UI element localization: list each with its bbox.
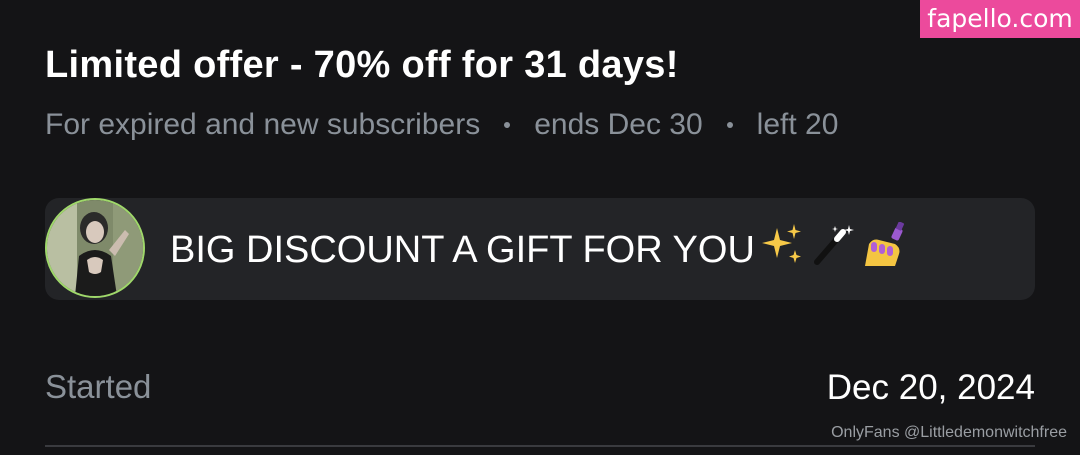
magic-wand-icon <box>809 222 855 278</box>
promo-screen: fapello.com Limited offer - 70% off for … <box>0 0 1080 455</box>
started-date: Dec 20, 2024 <box>826 368 1035 407</box>
offer-audience: For expired and new subscribers <box>45 108 481 141</box>
offer-meta: For expired and new subscribers ends Dec… <box>45 108 838 142</box>
offer-title: Limited offer - 70% off for 31 days! <box>45 44 679 86</box>
separator-dot <box>726 122 733 128</box>
site-watermark: fapello.com <box>920 0 1080 38</box>
separator-dot <box>504 122 511 128</box>
offer-message-card: BIG DISCOUNT A GIFT FOR YOU <box>45 198 1035 300</box>
divider <box>45 445 1035 447</box>
avatar[interactable] <box>45 198 145 298</box>
offer-remaining: left 20 <box>756 108 839 141</box>
offer-ends: ends Dec 30 <box>534 108 703 141</box>
sparkles-icon <box>759 222 805 278</box>
started-label: Started <box>45 368 152 405</box>
nail-polish-icon <box>859 221 909 278</box>
message-text: BIG DISCOUNT A GIFT FOR YOU <box>170 228 755 271</box>
creator-watermark: OnlyFans @Littledemonwitchfree <box>831 424 1067 441</box>
offer-message: BIG DISCOUNT A GIFT FOR YOU <box>170 221 909 278</box>
